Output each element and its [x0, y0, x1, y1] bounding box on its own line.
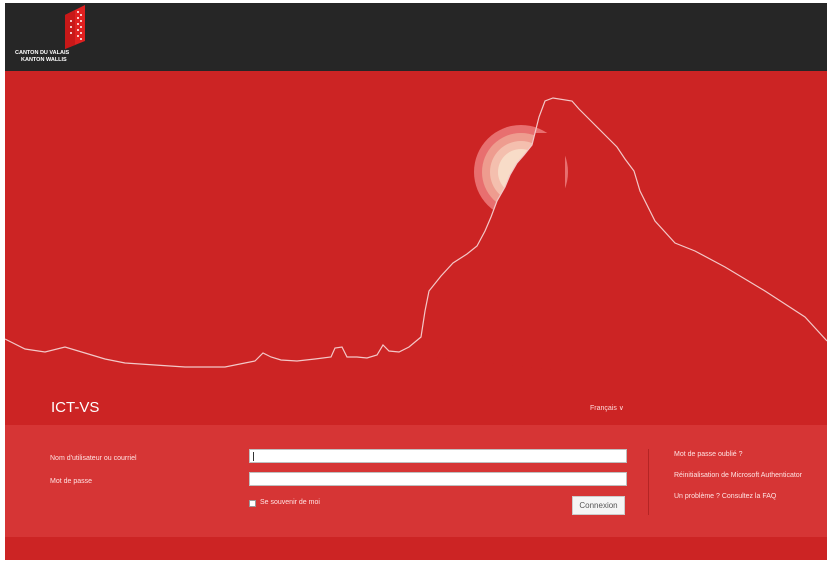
username-input[interactable] [249, 449, 627, 463]
mountain-mask [545, 98, 827, 393]
forgot-password-link[interactable]: Mot de passe oublié ? [674, 451, 743, 458]
app-title: ICT-VS [51, 399, 100, 416]
remember-me-checkbox[interactable] [249, 500, 256, 507]
top-bar: CANTON DU VALAIS KANTON WALLIS [5, 3, 827, 71]
valais-flag-icon [65, 5, 85, 49]
remember-me-label[interactable]: Se souvenir de moi [260, 499, 320, 506]
text-caret [253, 452, 254, 461]
login-page: CANTON DU VALAIS KANTON WALLIS ICT-VS Fr… [5, 3, 827, 560]
password-label: Mot de passe [50, 478, 93, 485]
logo-line-2: KANTON WALLIS [21, 57, 67, 63]
reset-authenticator-link[interactable]: Réinitialisation de Microsoft Authentica… [674, 472, 802, 479]
username-label: Nom d'utilisateur ou courriel [50, 455, 137, 462]
matterhorn-illustration [5, 97, 827, 393]
password-input[interactable] [249, 472, 627, 486]
logo-text: CANTON DU VALAIS KANTON WALLIS [15, 50, 95, 64]
language-selector[interactable]: Français ∨ [590, 404, 624, 412]
login-button[interactable]: Connexion [572, 496, 625, 515]
faq-link[interactable]: Un problème ? Consultez la FAQ [674, 493, 776, 500]
canton-logo[interactable]: CANTON DU VALAIS KANTON WALLIS [15, 5, 95, 69]
logo-line-1: CANTON DU VALAIS [15, 50, 70, 56]
vertical-divider [648, 449, 649, 515]
